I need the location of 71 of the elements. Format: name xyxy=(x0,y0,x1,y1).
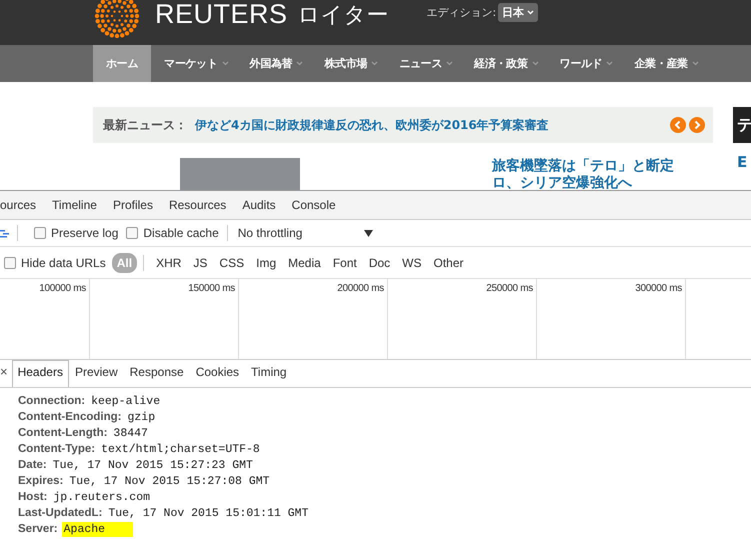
resource-type-filter[interactable]: Media xyxy=(284,254,325,272)
checkbox[interactable] xyxy=(4,256,16,268)
header-name: Host: xyxy=(18,491,48,503)
checkbox-option[interactable]: Hide data URLs xyxy=(4,256,106,270)
header-value: jp.reuters.com xyxy=(52,490,152,504)
header-value: Tue, 17 Nov 2015 15:01:11 GMT xyxy=(107,506,310,520)
checkbox-option[interactable]: Preserve log xyxy=(34,226,118,240)
checkbox-option[interactable]: Disable cache xyxy=(126,226,219,240)
story-headline-link[interactable]: 旅客機墜落は「テロ」と断定 xyxy=(492,158,674,175)
timeline-tick-label: 250000 ms xyxy=(486,283,533,294)
timeline-tick-label: 300000 ms xyxy=(635,283,682,294)
header-value: Tue, 17 Nov 2015 15:27:08 GMT xyxy=(68,474,271,488)
resource-type-filter[interactable]: JS xyxy=(189,254,212,272)
resource-type-filter[interactable]: WS xyxy=(398,254,426,272)
nav-item[interactable]: ニュース xyxy=(386,45,462,82)
side-link[interactable]: E xyxy=(733,153,751,171)
header-name: Last-UpdatedL: xyxy=(18,507,102,519)
resource-type-filter[interactable]: Other xyxy=(430,254,468,272)
dotted-circle-logo-icon[interactable] xyxy=(95,0,139,38)
resource-type-filter[interactable]: CSS xyxy=(215,254,248,272)
waterfall-view-icon[interactable] xyxy=(0,228,9,238)
detail-tab[interactable]: Response xyxy=(124,360,190,387)
resource-type-filter[interactable]: Img xyxy=(252,254,280,272)
nav-item[interactable]: 企業・産業 xyxy=(621,45,707,82)
panel-tab[interactable]: Profiles xyxy=(112,198,153,212)
resource-type-filter[interactable]: Doc xyxy=(364,254,394,272)
checkbox[interactable] xyxy=(34,227,46,239)
timeline-tick-label: 200000 ms xyxy=(337,283,384,294)
header-value: Tue, 17 Nov 2015 15:27:23 GMT xyxy=(52,458,254,472)
header-value: keep-alive xyxy=(90,394,162,408)
timeline-tick-label: 100000 ms xyxy=(39,283,86,294)
header-name: Server: xyxy=(18,523,58,535)
header-value: gzip xyxy=(126,410,156,424)
ticker-label: 最新ニュース： xyxy=(103,116,187,134)
detail-tab[interactable]: Headers xyxy=(12,360,69,387)
panel-tab[interactable]: Audits xyxy=(242,198,276,212)
header-name: Content-Type: xyxy=(18,443,96,455)
brand-name-japanese[interactable]: ロイター xyxy=(298,0,389,30)
header-value: text/html;charset=UTF-8 xyxy=(100,442,261,456)
throttling-dropdown[interactable]: No throttling xyxy=(238,226,373,240)
detail-tab[interactable]: Preview xyxy=(68,360,124,387)
dropdown-triangle-icon xyxy=(364,230,373,236)
detail-tab[interactable]: Cookies xyxy=(190,360,246,387)
edition-label: エディション: xyxy=(426,5,496,20)
brand-name[interactable]: REUTERS xyxy=(155,0,288,30)
header-name: Content-Length: xyxy=(18,427,108,439)
story-headline-link[interactable]: ロ、シリア空爆強化へ xyxy=(492,175,674,190)
panel-tab[interactable]: Resources xyxy=(168,198,226,212)
timeline-tick-label: 150000 ms xyxy=(188,283,235,294)
nav-item[interactable]: 株式市場 xyxy=(311,45,386,82)
nav-item[interactable]: 経済・政策 xyxy=(461,45,547,82)
nav-item[interactable]: 外国為替 xyxy=(236,45,312,82)
panel-tab[interactable]: Console xyxy=(292,198,336,212)
nav-item[interactable]: ワールド xyxy=(546,45,622,82)
highlighted-header-value: Apache xyxy=(62,522,134,536)
detail-tab[interactable]: Timing xyxy=(245,360,293,387)
resource-type-filter[interactable]: Font xyxy=(328,254,361,272)
panel-tab[interactable]: Timeline xyxy=(52,198,97,212)
header-name: Connection: xyxy=(18,395,86,407)
edition-dropdown[interactable]: 日本 xyxy=(498,3,538,22)
header-name: Content-Encoding: xyxy=(18,411,122,423)
close-button[interactable]: × xyxy=(0,364,8,379)
header-name: Date: xyxy=(18,459,47,471)
nav-item[interactable]: マーケット xyxy=(151,45,237,82)
header-name: Expires: xyxy=(18,475,64,487)
panel-tab[interactable]: ources xyxy=(0,198,36,212)
chevron-down-icon xyxy=(527,10,534,15)
header-value: 38447 xyxy=(112,426,149,440)
checkbox[interactable] xyxy=(126,227,138,239)
resource-type-filter[interactable]: XHR xyxy=(152,254,186,272)
ticker-headline-link[interactable]: 伊など4カ国に財政規律違反の恐れ、欧州委が2016年予算案審査 xyxy=(195,116,667,134)
